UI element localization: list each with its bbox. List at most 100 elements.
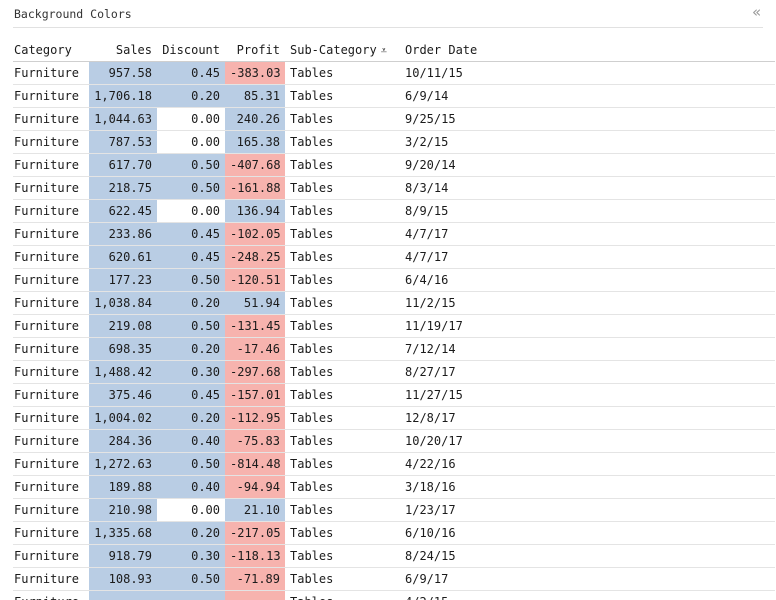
table-row[interactable]: Furniture 177.23 0.50 -120.51 Tables 6/4/16 <box>13 268 775 292</box>
cell-sub-category: Tables <box>285 176 400 200</box>
table-row[interactable]: Furniture 1,706.18 0.20 85.31 Tables 6/9/14 <box>13 84 775 108</box>
cell-sub-category: Tables <box>285 268 400 292</box>
cell-sales: 698.35 <box>89 337 157 361</box>
cell-discount: 0.40 <box>157 429 225 453</box>
cell-sub-category: Tables <box>285 107 400 131</box>
cell-profit: -112.95 <box>225 406 285 430</box>
cell-sub-category: Tables <box>285 521 400 545</box>
table-row[interactable]: Furniture 284.36 0.40 -75.83 Tables 10/20/17 <box>13 429 775 453</box>
table-row[interactable]: Furniture 1,335.68 0.20 -217.05 Tables 6/10/1… <box>13 521 775 545</box>
cell-sub-category: Tables <box>285 498 400 522</box>
cell-order-date: 4/22/16 <box>400 452 775 476</box>
table-header-row: Category Sales Discount Profit Sub-Categ… <box>13 39 775 62</box>
table-row[interactable]: Furniture 1,488.42 0.30 -297.68 Tables 8/27/1… <box>13 360 775 384</box>
table-row[interactable]: Furniture 1,038.84 0.20 51.94 Tables 11/2/15 <box>13 291 775 315</box>
data-table: Category Sales Discount Profit Sub-Categ… <box>13 39 775 600</box>
table-row[interactable]: Furniture 622.45 0.00 136.94 Tables 8/9/15 <box>13 199 775 223</box>
cell-profit: -71.89 <box>225 567 285 591</box>
table-row[interactable]: Furniture 219.08 0.50 -131.45 Tables 11/19/17 <box>13 314 775 338</box>
cell-category: Furniture <box>13 567 89 591</box>
cell-sales: 622.45 <box>89 199 157 223</box>
cell-sub-category: Tables <box>285 61 400 85</box>
cell-discount: 0.45 <box>157 245 225 269</box>
cell-sales: 918.79 <box>89 544 157 568</box>
cell-discount: 0.20 <box>157 406 225 430</box>
table-row[interactable]: Furniture 1,004.02 0.20 -112.95 Tables 12/8/1… <box>13 406 775 430</box>
cell-profit: 85.31 <box>225 84 285 108</box>
table-row[interactable]: Furniture 233.86 0.45 -102.05 Tables 4/7/17 <box>13 222 775 246</box>
table-row[interactable]: Furniture 620.61 0.45 -248.25 Tables 4/7/17 <box>13 245 775 269</box>
cell-category: Furniture <box>13 360 89 384</box>
table-row[interactable]: Furniture 210.98 0.00 21.10 Tables 1/23/17 <box>13 498 775 522</box>
column-header-discount[interactable]: Discount <box>157 39 225 62</box>
double-chevron-left-icon[interactable]: « <box>752 3 761 21</box>
cell-profit: -75.83 <box>225 429 285 453</box>
cell-profit: -217.05 <box>225 521 285 545</box>
cell-category: Furniture <box>13 291 89 315</box>
cell-sub-category: Tables <box>285 130 400 154</box>
cell-order-date: 4/7/17 <box>400 245 775 269</box>
cell-category: Furniture <box>13 337 89 361</box>
cell-discount: 0.20 <box>157 291 225 315</box>
cell-sub-category: Tables <box>285 429 400 453</box>
column-header-profit[interactable]: Profit <box>225 39 285 62</box>
cell-category: Furniture <box>13 452 89 476</box>
cell-sub-category: Tables <box>285 406 400 430</box>
column-header-label: Order Date <box>405 43 478 57</box>
cell-category: Furniture <box>13 383 89 407</box>
cell-category: Furniture <box>13 222 89 246</box>
table-row[interactable]: Furniture Tables4/2/15 <box>13 590 775 600</box>
cell-discount: 0.50 <box>157 567 225 591</box>
column-header-sales[interactable]: Sales <box>89 39 157 62</box>
cell-sales: 957.58 <box>89 61 157 85</box>
cell-category: Furniture <box>13 130 89 154</box>
cell-category: Furniture <box>13 406 89 430</box>
column-header-category[interactable]: Category <box>13 39 89 62</box>
cell-profit: -814.48 <box>225 452 285 476</box>
cell-sales: 189.88 <box>89 475 157 499</box>
cell-discount: 0.45 <box>157 222 225 246</box>
table-row[interactable]: Furniture 218.75 0.50 -161.88 Tables 8/3/14 <box>13 176 775 200</box>
cell-order-date: 3/2/15 <box>400 130 775 154</box>
cell-category: Furniture <box>13 199 89 223</box>
table-row[interactable]: Furniture 1,272.63 0.50 -814.48 Tables 4/22/1… <box>13 452 775 476</box>
table-row[interactable]: Furniture 189.88 0.40 -94.94 Tables 3/18/16 <box>13 475 775 499</box>
cell-order-date: 11/27/15 <box>400 383 775 407</box>
cell-discount: 0.20 <box>157 84 225 108</box>
table-row[interactable]: Furniture 617.70 0.50 -407.68 Tables 9/20/14 <box>13 153 775 177</box>
cell-profit: -297.68 <box>225 360 285 384</box>
cell-discount: 0.30 <box>157 544 225 568</box>
table-row[interactable]: Furniture 1,044.63 0.00 240.26 Tables 9/25/15 <box>13 107 775 131</box>
column-header-label: Sales <box>115 43 152 57</box>
cell-order-date: 6/4/16 <box>400 268 775 292</box>
table-row[interactable]: Furniture 108.93 0.50 -71.89 Tables 6/9/17 <box>13 567 775 591</box>
cell-sales: 1,004.02 <box>89 406 157 430</box>
cell-sub-category: Tables <box>285 360 400 384</box>
cell-order-date: 1/23/17 <box>400 498 775 522</box>
cell-profit: -248.25 <box>225 245 285 269</box>
cell-discount: 0.30 <box>157 360 225 384</box>
column-header-order-date[interactable]: Order Date <box>400 39 775 62</box>
cell-order-date: 10/11/15 <box>400 61 775 85</box>
cell-order-date: 8/3/14 <box>400 176 775 200</box>
column-header-sub-category[interactable]: Sub-Category ⩡ <box>285 39 400 62</box>
cell-order-date: 10/20/17 <box>400 429 775 453</box>
cell-category: Furniture <box>13 498 89 522</box>
cell-sub-category: Tables <box>285 153 400 177</box>
cell-order-date: 6/10/16 <box>400 521 775 545</box>
sort-descending-icon[interactable]: ⩡ <box>381 44 387 58</box>
cell-sales: 108.93 <box>89 567 157 591</box>
cell-sales: 375.46 <box>89 383 157 407</box>
cell-profit: -161.88 <box>225 176 285 200</box>
cell-category: Furniture <box>13 268 89 292</box>
table-row[interactable]: Furniture 787.53 0.00 165.38 Tables 3/2/15 <box>13 130 775 154</box>
cell-profit: -157.01 <box>225 383 285 407</box>
table-row[interactable]: Furniture 957.58 0.45 -383.03 Tables 10/11/15 <box>13 61 775 85</box>
table-row[interactable]: Furniture 918.79 0.30 -118.13 Tables 8/24/15 <box>13 544 775 568</box>
cell-profit: -102.05 <box>225 222 285 246</box>
cell-profit: 21.10 <box>225 498 285 522</box>
cell-order-date: 7/12/14 <box>400 337 775 361</box>
table-row[interactable]: Furniture 698.35 0.20 -17.46 Tables 7/12/14 <box>13 337 775 361</box>
table-row[interactable]: Furniture 375.46 0.45 -157.01 Tables 11/27/15 <box>13 383 775 407</box>
cell-profit: -17.46 <box>225 337 285 361</box>
